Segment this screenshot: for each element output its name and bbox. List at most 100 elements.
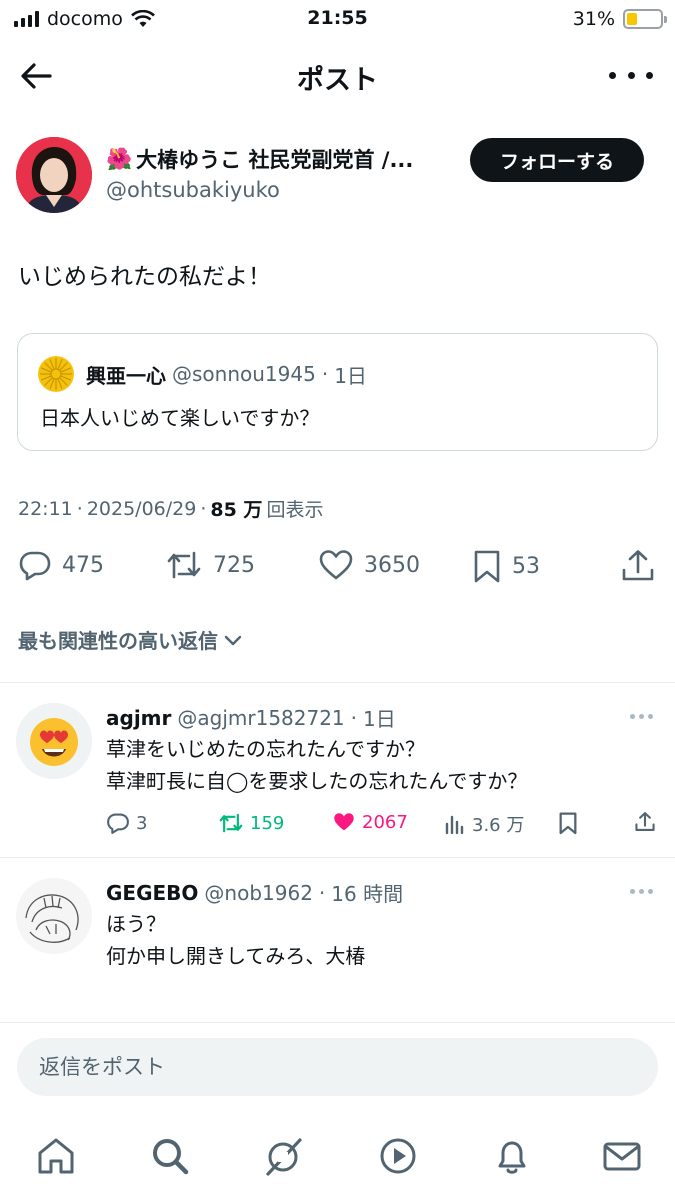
reply-author-handle[interactable]: @nob1962 bbox=[204, 881, 313, 905]
tab-video[interactable] bbox=[376, 1134, 420, 1178]
quoted-author-handle: @sonnou1945 bbox=[172, 362, 316, 386]
tab-grok[interactable] bbox=[262, 1134, 306, 1178]
heart-filled-icon bbox=[334, 813, 354, 831]
reply-time: 16 時間 bbox=[331, 882, 404, 906]
reply-more-button[interactable] bbox=[630, 889, 653, 894]
tab-notifications[interactable] bbox=[490, 1134, 534, 1178]
author-name-row[interactable]: 🌺 大椿ゆうこ 社民党副党首 /... bbox=[106, 144, 413, 174]
reply-views-button[interactable]: 3.6 万 bbox=[444, 811, 524, 837]
post-text: いじめられたの私だよ！ bbox=[18, 264, 271, 290]
hibiscus-icon: 🌺 bbox=[106, 146, 133, 171]
status-bar: docomo 21:55 31% bbox=[0, 0, 675, 40]
reply-avatar[interactable] bbox=[16, 703, 92, 779]
repost-button[interactable]: 725 bbox=[165, 548, 255, 582]
repost-count: 725 bbox=[213, 552, 255, 578]
more-dot bbox=[646, 71, 653, 79]
reply-header: agjmr @agjmr1582721 · 1日 bbox=[106, 703, 396, 732]
separator-dot: · bbox=[321, 362, 329, 386]
reply-compose-input[interactable]: 返信をポスト bbox=[17, 1038, 658, 1096]
divider bbox=[0, 1022, 675, 1023]
reply-icon bbox=[19, 551, 51, 581]
view-count[interactable]: 85 万 bbox=[210, 495, 262, 522]
more-button[interactable] bbox=[609, 60, 653, 90]
bottom-tab-bar bbox=[0, 1128, 675, 1188]
reply-text-line: 草津町長に自◯を要求したの忘れたんですか？ bbox=[106, 769, 528, 793]
quoted-post-card[interactable]: 興亜一心 @sonnou1945 · 1日 日本人いじめて楽しいですか？ bbox=[17, 333, 658, 451]
reply-repost-button[interactable]: 159 bbox=[218, 811, 284, 835]
reply-like-button[interactable]: 2067 bbox=[332, 811, 408, 833]
reply-text-line: 草津をいじめたの忘れたんですか？ bbox=[106, 737, 425, 761]
reply-author-handle[interactable]: @agjmr1582721 bbox=[177, 706, 344, 730]
reply-icon bbox=[107, 813, 129, 834]
more-dot bbox=[630, 714, 635, 719]
bookmark-count: 53 bbox=[512, 553, 540, 579]
separator-dot: · bbox=[200, 497, 207, 520]
author-avatar-image bbox=[16, 137, 92, 213]
bookmark-button[interactable]: 53 bbox=[472, 548, 540, 584]
reply-text: ほう？ 何か申し開きしてみろ、大椿 bbox=[106, 908, 365, 972]
reply-count: 475 bbox=[62, 552, 104, 578]
reply-sort-dropdown[interactable]: 最も関連性の高い返信 bbox=[18, 625, 244, 654]
chrysanthemum-avatar-icon bbox=[38, 356, 74, 392]
post-meta: 22:11 · 2025/06/29 · 85 万回表示 bbox=[18, 495, 323, 522]
bookmark-icon bbox=[474, 550, 500, 583]
tab-search[interactable] bbox=[148, 1134, 192, 1178]
reply-text-line: 何か申し開きしてみろ、大椿 bbox=[106, 944, 366, 968]
reply-reply-button[interactable]: 3 bbox=[106, 811, 147, 835]
reply-time: 1日 bbox=[363, 707, 396, 731]
more-dot bbox=[639, 889, 644, 894]
quoted-post-text: 日本人いじめて楽しいですか？ bbox=[40, 406, 320, 430]
reply-share-button[interactable] bbox=[634, 811, 656, 833]
author-avatar[interactable] bbox=[16, 137, 92, 213]
separator-dot: · bbox=[76, 497, 83, 520]
more-dot bbox=[648, 889, 653, 894]
play-icon bbox=[380, 1138, 416, 1174]
home-icon bbox=[38, 1138, 74, 1174]
post-time: 22:11 bbox=[18, 497, 73, 520]
reply-view-count: 3.6 万 bbox=[472, 815, 525, 836]
reply-bookmark-button[interactable] bbox=[558, 811, 578, 835]
heart-eyes-emoji-icon bbox=[16, 703, 92, 779]
separator-dot: · bbox=[350, 705, 358, 730]
quoted-author-name: 興亜一心 bbox=[86, 363, 166, 388]
like-count: 3650 bbox=[364, 552, 420, 578]
tab-messages[interactable] bbox=[600, 1134, 644, 1178]
more-dot bbox=[630, 889, 635, 894]
more-dot bbox=[609, 71, 616, 79]
analytics-icon bbox=[445, 815, 464, 835]
bookmark-icon bbox=[559, 812, 577, 835]
chevron-down-icon bbox=[224, 635, 242, 645]
repost-icon bbox=[167, 551, 201, 579]
reply-repost-count: 159 bbox=[250, 812, 285, 834]
bell-icon bbox=[498, 1141, 526, 1174]
repost-icon bbox=[219, 813, 243, 833]
author-handle[interactable]: @ohtsubakiyuko bbox=[106, 178, 280, 202]
reply-more-button[interactable] bbox=[630, 714, 653, 719]
share-icon bbox=[622, 550, 654, 581]
follow-button[interactable]: フォローする bbox=[470, 138, 644, 182]
battery-icon bbox=[623, 9, 667, 29]
battery-group: 31% bbox=[573, 8, 667, 30]
reply-item[interactable]: GEGEBO @nob1962 · 16 時間 ほう？ 何か申し開きしてみろ、大… bbox=[0, 858, 675, 1022]
heart-icon bbox=[319, 550, 353, 580]
top-nav: ポスト bbox=[0, 48, 675, 104]
like-button[interactable]: 3650 bbox=[318, 548, 420, 582]
reply-header: GEGEBO @nob1962 · 16 時間 bbox=[106, 878, 403, 907]
share-button[interactable] bbox=[620, 548, 656, 584]
separator-dot: · bbox=[318, 880, 326, 905]
view-count-suffix: 回表示 bbox=[266, 499, 324, 521]
reply-author-name[interactable]: GEGEBO bbox=[106, 881, 198, 905]
page-title: ポスト bbox=[297, 65, 378, 96]
mail-icon bbox=[603, 1142, 641, 1171]
reply-item[interactable]: agjmr @agjmr1582721 · 1日 草津をいじめたの忘れたんですか… bbox=[0, 683, 675, 857]
reply-text: 草津をいじめたの忘れたんですか？ 草津町長に自◯を要求したの忘れたんですか？ bbox=[106, 733, 527, 797]
tab-home[interactable] bbox=[34, 1134, 78, 1178]
reply-button[interactable]: 475 bbox=[18, 548, 104, 582]
quoted-post-header: 興亜一心 @sonnou1945 · 1日 bbox=[38, 356, 367, 392]
author-name: 大椿ゆうこ 社民党副党首 /... bbox=[136, 148, 414, 172]
sketch-avatar-image bbox=[16, 878, 92, 954]
reply-sort-label: 最も関連性の高い返信 bbox=[18, 629, 218, 653]
reply-avatar[interactable] bbox=[16, 878, 92, 954]
reply-author-name[interactable]: agjmr bbox=[106, 706, 171, 730]
grok-icon bbox=[266, 1138, 302, 1176]
